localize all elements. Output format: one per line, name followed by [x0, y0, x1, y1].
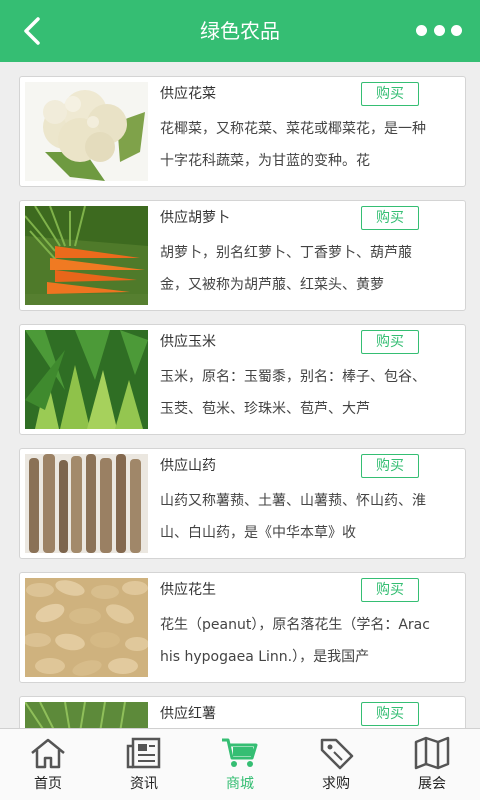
product-description: 玉米，原名：玉蜀黍，别名：棒子、包谷、玉茭、苞米、珍珠米、苞芦、大芦 [160, 369, 426, 417]
product-image-yam[interactable] [25, 454, 148, 553]
product-title[interactable]: 供应花生 [160, 579, 216, 599]
tab-label: 展会 [418, 776, 446, 792]
product-image-sweet-potato[interactable] [25, 702, 148, 728]
product-card[interactable]: 供应山药 购买 山药又称薯蓣、土薯、山薯蓣、怀山药、淮山、白山药，是《中华本草》… [19, 448, 466, 559]
product-image-cauliflower[interactable] [25, 82, 148, 181]
news-icon [126, 737, 161, 769]
product-description: 胡萝卜，别名红萝卜、丁香萝卜、葫芦菔金，又被称为胡芦菔、红菜头、黄萝 [160, 245, 412, 293]
tab-label: 求购 [322, 776, 350, 792]
product-description: 山药又称薯蓣、土薯、山薯蓣、怀山药、淮山、白山药，是《中华本草》收 [160, 493, 426, 541]
product-image-peanut[interactable] [25, 578, 148, 677]
product-image-carrot[interactable] [25, 206, 148, 305]
tab-home[interactable]: 首页 [0, 729, 96, 800]
page-title: 绿色农品 [200, 19, 280, 43]
product-title[interactable]: 供应山药 [160, 455, 216, 475]
cart-icon [222, 738, 258, 767]
buy-button[interactable]: 购买 [361, 206, 419, 230]
tab-news[interactable]: 资讯 [96, 729, 192, 800]
product-card[interactable]: 供应花生 购买 花生（peanut），原名落花生（学名：Arachis hypo… [19, 572, 466, 683]
tab-label: 商城 [226, 776, 254, 792]
product-card[interactable]: 供应红薯 购买 [19, 696, 466, 728]
tab-label: 首页 [34, 776, 62, 792]
product-card[interactable]: 供应花菜 购买 花椰菜，又称花菜、菜花或椰菜花，是一种十字花科蔬菜，为甘蓝的变种… [19, 76, 466, 187]
more-dots-icon [416, 24, 427, 36]
buy-button[interactable]: 购买 [361, 454, 419, 478]
tag-icon [320, 738, 354, 770]
home-icon [31, 738, 65, 769]
product-list[interactable]: 供应花菜 购买 花椰菜，又称花菜、菜花或椰菜花，是一种十字花科蔬菜，为甘蓝的变种… [0, 62, 480, 728]
buy-button[interactable]: 购买 [361, 578, 419, 602]
product-card[interactable]: 供应玉米 购买 玉米，原名：玉蜀黍，别名：棒子、包谷、玉茭、苞米、珍珠米、苞芦、… [19, 324, 466, 435]
map-icon [414, 736, 450, 770]
product-title[interactable]: 供应胡萝卜 [160, 207, 230, 227]
buy-button[interactable]: 购买 [361, 330, 419, 354]
product-card[interactable]: 供应胡萝卜 购买 胡萝卜，别名红萝卜、丁香萝卜、葫芦菔金，又被称为胡芦菔、红菜头… [19, 200, 466, 311]
product-title[interactable]: 供应红薯 [160, 703, 216, 723]
product-description: 花生（peanut），原名落花生（学名：Arachis hypogaea Lin… [160, 617, 430, 665]
buy-button[interactable]: 购买 [361, 82, 419, 106]
buy-button[interactable]: 购买 [361, 702, 419, 726]
product-image-corn[interactable] [25, 330, 148, 429]
header-bar: 绿色农品 [0, 0, 480, 62]
product-description: 花椰菜，又称花菜、菜花或椰菜花，是一种十字花科蔬菜，为甘蓝的变种。花 [160, 121, 426, 169]
product-title[interactable]: 供应玉米 [160, 331, 216, 351]
tab-expo[interactable]: 展会 [384, 729, 480, 800]
tab-label: 资讯 [130, 776, 158, 792]
more-button[interactable] [416, 20, 462, 40]
product-title[interactable]: 供应花菜 [160, 83, 216, 103]
bottom-tab-bar: 首页 资讯 商城 求购 展会 [0, 728, 480, 800]
tab-purchase[interactable]: 求购 [288, 729, 384, 800]
tab-mall[interactable]: 商城 [192, 729, 288, 800]
